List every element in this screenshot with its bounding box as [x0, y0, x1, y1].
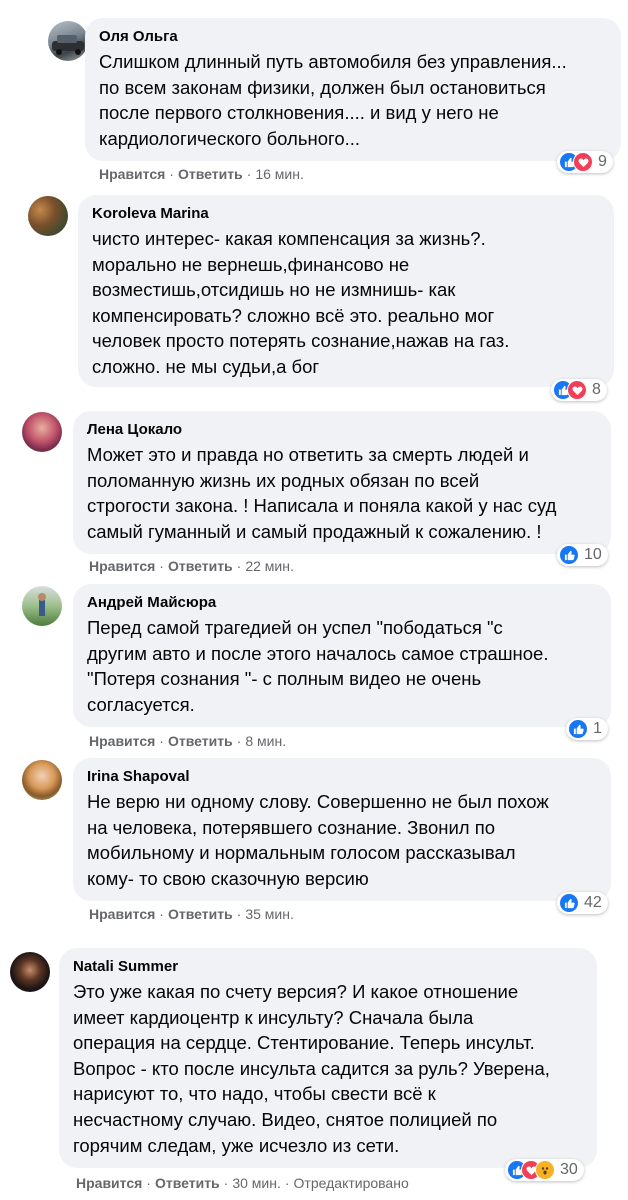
comment-time[interactable]: 8 мин.: [245, 733, 286, 749]
like-link[interactable]: Нравится: [89, 558, 155, 574]
reaction-count: 30: [560, 1161, 578, 1178]
like-link[interactable]: Нравится: [89, 733, 155, 749]
separator: ·: [223, 1175, 229, 1191]
comment-author[interactable]: Андрей Майсюра: [87, 593, 597, 613]
comment-text: Это уже какая по счету версия? И какое о…: [73, 981, 550, 1156]
love-reaction-icon: [573, 152, 593, 172]
reactions-summary[interactable]: 10: [557, 544, 608, 566]
like-link[interactable]: Нравится: [76, 1175, 142, 1191]
comment-author[interactable]: Irina Shapoval: [87, 767, 597, 787]
comment-actions: Нравится · Ответить · 16 мин.: [99, 166, 304, 182]
comment-actions: Нравится · Ответить · 35 мин.: [89, 906, 294, 922]
love-reaction-icon: [567, 380, 587, 400]
comment-bubble: Irina Shapoval Не верю ни одному слову. …: [73, 758, 611, 901]
separator: ·: [236, 906, 242, 922]
comment-text: Может это и правда но ответить за смерть…: [87, 444, 557, 542]
reaction-count: 1: [593, 720, 602, 737]
like-link[interactable]: Нравится: [99, 166, 165, 182]
separator: ·: [236, 558, 242, 574]
avatar[interactable]: [10, 952, 50, 992]
reactions-summary[interactable]: 1: [566, 718, 608, 740]
comment-actions: Нравится · Ответить · 30 мин. · Отредактирован…: [76, 1175, 409, 1191]
comment-time[interactable]: 35 мин.: [245, 906, 294, 922]
like-reaction-icon: [568, 719, 588, 739]
reply-link[interactable]: Ответить: [168, 558, 233, 574]
reply-link[interactable]: Ответить: [168, 733, 233, 749]
reaction-count: 42: [584, 894, 602, 911]
separator: ·: [159, 906, 164, 922]
reaction-count: 8: [592, 381, 601, 398]
avatar[interactable]: [22, 760, 62, 800]
comment-time[interactable]: 16 мин.: [255, 166, 304, 182]
reactions-summary[interactable]: 8: [551, 379, 607, 401]
comment-author[interactable]: Лена Цокало: [87, 420, 597, 440]
avatar[interactable]: [22, 586, 62, 626]
reaction-count: 10: [584, 546, 602, 563]
separator: ·: [159, 733, 164, 749]
comment-text: Слишком длинный путь автомобиля без упра…: [99, 51, 567, 149]
separator: ·: [159, 558, 164, 574]
reactions-summary[interactable]: 9: [557, 151, 613, 173]
comment-actions: Нравится · Ответить · 8 мин.: [89, 733, 286, 749]
avatar[interactable]: [22, 412, 62, 452]
reactions-summary[interactable]: 30: [505, 1159, 584, 1181]
reply-link[interactable]: Ответить: [168, 906, 233, 922]
edited-label: Отредактировано: [293, 1175, 409, 1191]
comment-bubble: Koroleva Marina чисто интерес- какая ком…: [78, 195, 614, 387]
like-link[interactable]: Нравится: [89, 906, 155, 922]
comment-author[interactable]: Оля Ольга: [99, 27, 607, 47]
comment-bubble: Оля Ольга Слишком длинный путь автомобил…: [85, 18, 621, 161]
like-reaction-icon: [559, 545, 579, 565]
separator: ·: [169, 166, 174, 182]
separator: ·: [236, 733, 242, 749]
reply-link[interactable]: Ответить: [155, 1175, 220, 1191]
separator: ·: [246, 166, 252, 182]
avatar[interactable]: [28, 196, 68, 236]
comment-bubble: Андрей Майсюра Перед самой трагедией он …: [73, 584, 611, 727]
comment-author[interactable]: Natali Summer: [73, 957, 583, 977]
reaction-count: 9: [598, 153, 607, 170]
comment-bubble: Natali Summer Это уже какая по счету вер…: [59, 948, 597, 1168]
separator: ·: [284, 1175, 290, 1191]
comment-text: Не верю ни одному слову. Совершенно не б…: [87, 791, 549, 889]
reactions-summary[interactable]: 42: [557, 892, 608, 914]
comment-text: чисто интерес- какая компенсация за жизн…: [92, 228, 510, 377]
comment-author[interactable]: Koroleva Marina: [92, 204, 600, 224]
separator: ·: [146, 1175, 151, 1191]
reply-link[interactable]: Ответить: [178, 166, 243, 182]
comment-bubble: Лена Цокало Может это и правда но ответи…: [73, 411, 611, 554]
comment-time[interactable]: 22 мин.: [245, 558, 294, 574]
avatar[interactable]: [48, 21, 88, 61]
comment-actions: Нравится · Ответить · 22 мин.: [89, 558, 294, 574]
wow-reaction-icon: [535, 1160, 555, 1180]
comment-time[interactable]: 30 мин.: [232, 1175, 281, 1191]
like-reaction-icon: [559, 893, 579, 913]
comment-text: Перед самой трагедией он успел "пободать…: [87, 617, 549, 715]
